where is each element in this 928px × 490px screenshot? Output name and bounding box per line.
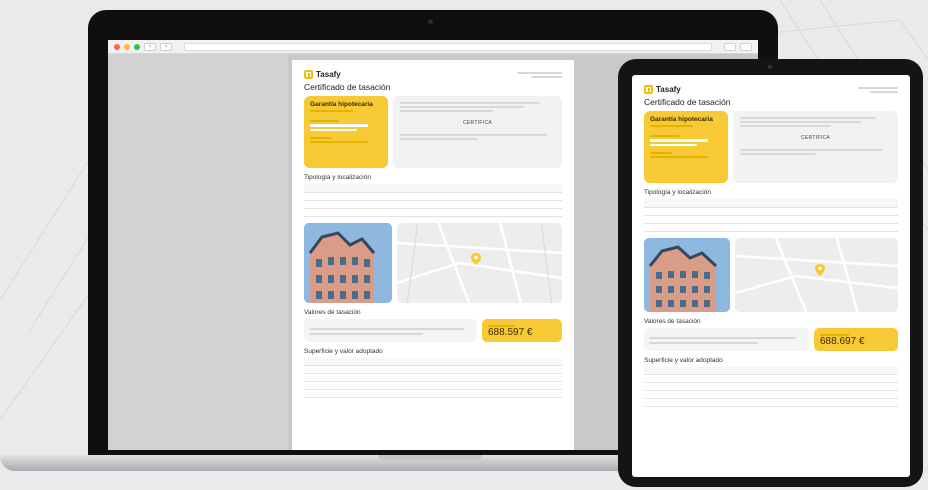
close-window-button[interactable] [114, 43, 120, 50]
guarantee-card: Garantía hipotecaria [304, 96, 388, 168]
tablet-tipologia-table [644, 199, 898, 232]
certifica-label: CERTIFICA [463, 120, 492, 126]
tablet-superficie-table [644, 366, 898, 407]
certificate-document: Tasafy Certificado de tasación Garantía … [292, 60, 574, 450]
tablet-guarantee-title: Garantía hipotecaria [650, 116, 713, 123]
tasafy-logo-icon [644, 85, 653, 94]
tablet-certificate-document: Tasafy Certificado de tasación Garantía … [644, 85, 898, 407]
tablet-valuation-amount-card: 688.697 € [814, 327, 898, 351]
laptop-notch [378, 455, 482, 460]
address-bar[interactable] [184, 42, 712, 51]
section-valores: Valores de tasación [304, 308, 361, 316]
forward-button[interactable]: › [160, 42, 172, 51]
map-pin-icon [815, 263, 825, 276]
tablet-section-superficie: Superficie y valor adoptado [644, 356, 723, 364]
browser-toolbar: ‹ › [108, 40, 758, 54]
building-photo [304, 222, 392, 303]
valuation-amount: 688.597 € [488, 326, 533, 338]
valuation-text [304, 318, 477, 342]
location-map[interactable] [397, 222, 562, 303]
tablet-valuation-text [644, 327, 809, 351]
superficie-table [304, 357, 562, 398]
brand-name: Tasafy [316, 70, 341, 79]
laptop-camera [428, 19, 433, 24]
tasafy-logo-icon [304, 70, 313, 79]
tablet-building-photo [644, 237, 730, 312]
tablet-guarantee-card: Garantía hipotecaria [644, 111, 728, 183]
tablet-location-map[interactable] [735, 237, 898, 312]
tablet-camera [768, 65, 772, 69]
share-icon[interactable] [724, 42, 736, 51]
viewer-sidebar [108, 54, 288, 450]
guarantee-title: Garantía hipotecaria [310, 101, 373, 108]
tablet-screen[interactable]: Tasafy Certificado de tasación Garantía … [632, 75, 910, 477]
section-superficie: Superficie y valor adoptado [304, 347, 383, 355]
tablet-certifica-label: CERTIFICA [801, 135, 830, 141]
tablet-certification-card: CERTIFICA [733, 111, 898, 183]
tablet-document-title: Certificado de tasación [644, 97, 731, 107]
brand: Tasafy [304, 70, 341, 79]
zoom-window-button[interactable] [134, 43, 140, 50]
certification-text-card: CERTIFICA [393, 96, 562, 168]
tipologia-table [304, 184, 562, 217]
minimize-window-button[interactable] [124, 43, 130, 50]
tablet-brand-name: Tasafy [656, 85, 681, 94]
valuation-amount-card: 688.597 € [482, 318, 562, 342]
tablet-section-tipologia: Tipología y localización [644, 189, 711, 196]
tablet-device: Tasafy Certificado de tasación Garantía … [618, 59, 923, 487]
tablet-brand: Tasafy [644, 85, 681, 94]
section-tipologia: Tipología y localización [304, 174, 371, 181]
back-button[interactable]: ‹ [144, 42, 156, 51]
document-title: Certificado de tasación [304, 82, 391, 92]
map-pin-icon [471, 252, 481, 265]
tabs-icon[interactable] [740, 42, 752, 51]
tablet-valuation-amount: 688.697 € [820, 335, 865, 347]
tablet-section-valores: Valores de tasación [644, 317, 701, 325]
